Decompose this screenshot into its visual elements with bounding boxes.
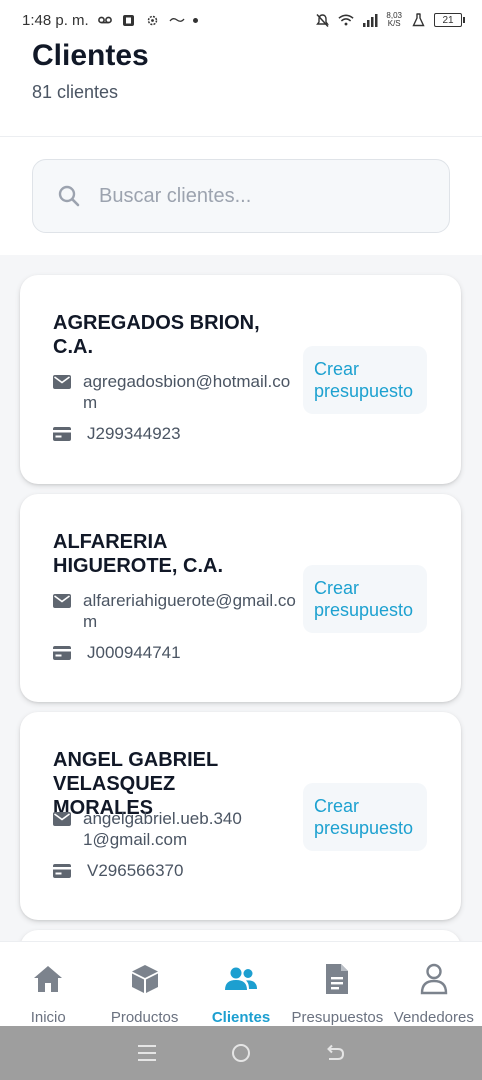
battery-indicator: 21	[434, 13, 465, 27]
home-circle-icon[interactable]	[229, 1041, 253, 1065]
client-name: AGREGADOS BRION, C.A.	[53, 312, 260, 358]
client-tax-id: J000944741	[87, 643, 181, 662]
status-bar: 1:48 p. m. 8,03 K/S 21	[0, 0, 482, 40]
create-quote-button[interactable]: Crear presupuesto	[303, 565, 427, 633]
home-icon	[31, 963, 65, 995]
status-bar-left: 1:48 p. m.	[22, 12, 198, 29]
voicemail-icon	[97, 12, 113, 28]
nav-item-inicio[interactable]: Inicio	[0, 942, 96, 1026]
battery-level: 21	[442, 14, 454, 26]
search-box[interactable]	[32, 159, 450, 233]
nav-item-clientes[interactable]: Clientes	[193, 942, 289, 1026]
mail-icon	[53, 812, 71, 830]
mail-icon	[53, 375, 71, 393]
client-tax-id: V296566370	[87, 861, 184, 880]
client-email: agregadosbion@hotmail.com	[83, 372, 291, 412]
nav-label: Inicio	[30, 1009, 66, 1026]
menu-icon[interactable]	[135, 1041, 159, 1065]
nav-label: Clientes	[211, 1009, 271, 1026]
client-card[interactable]: ALFARERIA HIGUEROTE, C.A. alfareriahigue…	[20, 494, 461, 702]
nav-label: Productos	[110, 1009, 179, 1026]
document-icon	[320, 963, 354, 995]
search-section	[0, 137, 482, 255]
lab-flask-icon	[410, 12, 426, 28]
client-id-row: J000944741	[53, 642, 302, 664]
nav-item-vendedores[interactable]: Vendedores	[386, 942, 482, 1026]
client-email: angelgabriel.ueb.3401@gmail.com	[83, 809, 242, 849]
page-title: Clientes	[32, 39, 149, 72]
status-time: 1:48 p. m.	[22, 11, 89, 29]
mail-icon	[53, 594, 71, 612]
client-email-row: angelgabriel.ueb.3401@gmail.com	[53, 808, 243, 850]
brand-notification-icon	[169, 12, 185, 28]
page-header: Clientes 81 clientes	[0, 40, 482, 137]
network-speed: 8,03 K/S	[386, 12, 402, 28]
client-id-row: V296566370	[53, 860, 302, 882]
create-quote-button[interactable]: Crear presupuesto	[303, 783, 427, 851]
create-quote-button[interactable]: Crear presupuesto	[303, 346, 427, 414]
id-card-icon	[53, 427, 71, 445]
client-card[interactable]: ANGEL GABRIEL VELASQUEZ MORALES angelgab…	[20, 712, 461, 920]
system-navigation-bar	[0, 1026, 482, 1080]
search-input[interactable]	[99, 184, 419, 208]
client-tax-id: J299344923	[87, 424, 181, 443]
client-count: 81 clientes	[32, 82, 119, 102]
nav-item-presupuestos[interactable]: Presupuestos	[289, 942, 385, 1026]
wifi-icon	[338, 12, 355, 28]
bottom-navigation: Inicio Productos Clientes Presupuestos V…	[0, 941, 482, 1026]
nav-label: Vendedores	[393, 1009, 474, 1026]
client-name: ALFARERIA HIGUEROTE, C.A.	[53, 531, 224, 577]
client-email-row: agregadosbion@hotmail.com	[53, 371, 298, 413]
client-card[interactable]: AGREGADOS BRION, C.A. agregadosbion@hotm…	[20, 275, 461, 484]
users-icon	[224, 963, 258, 995]
nav-label: Presupuestos	[291, 1009, 384, 1026]
client-id-row: J299344923	[53, 423, 302, 445]
status-bar-right: 8,03 K/S 21	[314, 12, 465, 28]
settings-notification-icon	[145, 12, 161, 28]
client-email: alfareriahiguerote@gmail.com	[83, 591, 296, 631]
id-card-icon	[53, 864, 71, 882]
signal-icon	[362, 12, 378, 28]
nav-item-productos[interactable]: Productos	[96, 942, 192, 1026]
mute-bell-icon	[314, 12, 330, 28]
back-icon[interactable]	[323, 1041, 347, 1065]
client-email-row: alfareriahiguerote@gmail.com	[53, 590, 298, 632]
app-notification-icon	[121, 12, 137, 28]
more-notifications-dot	[192, 17, 198, 23]
network-speed-unit: K/S	[387, 19, 401, 28]
app-screen: 1:48 p. m. 8,03 K/S 21 Clientes 81 clien…	[0, 0, 482, 1080]
search-icon	[57, 184, 81, 208]
box-icon	[128, 963, 162, 995]
user-icon	[417, 963, 451, 995]
id-card-icon	[53, 646, 71, 664]
